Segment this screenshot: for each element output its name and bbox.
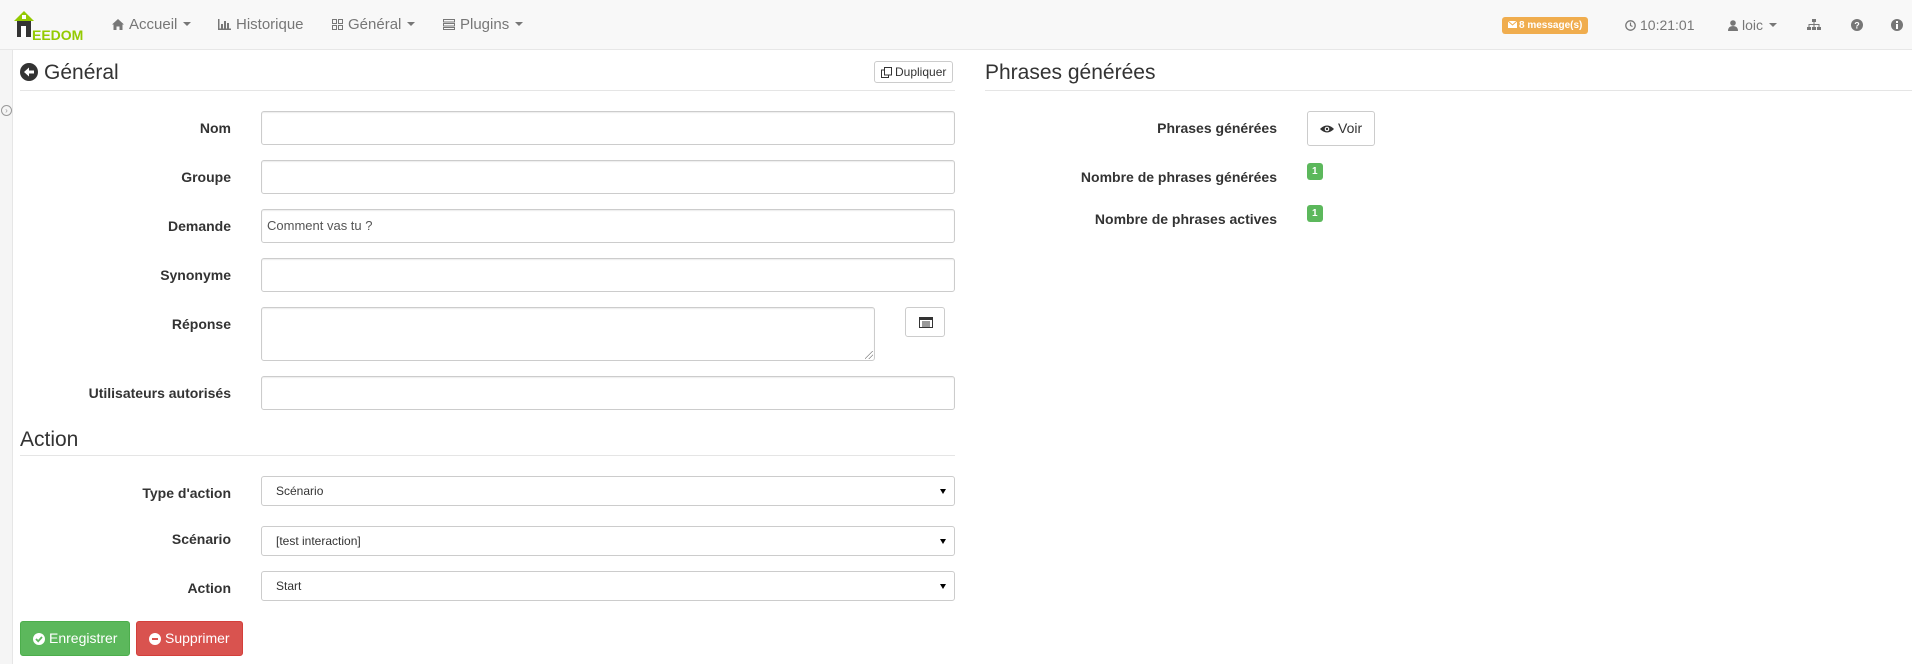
scenario-label: Scénario <box>171 531 231 547</box>
nav-general-label: Général <box>348 16 402 33</box>
nav-plugins-label: Plugins <box>460 16 510 33</box>
phrases-generated-label: Phrases générées <box>1157 120 1277 136</box>
sidebar-toggle-strip[interactable]: › <box>0 50 13 664</box>
scenario-value: [test interaction] <box>276 534 361 548</box>
view-label: Voir <box>1338 120 1363 136</box>
chevron-down-icon <box>1769 23 1778 27</box>
svg-text:?: ? <box>1854 21 1860 31</box>
type-action-value: Scénario <box>276 484 324 498</box>
envelope-icon <box>1507 20 1518 28</box>
synonyme-label: Synonyme <box>160 267 231 283</box>
general-heading: Général <box>20 61 955 91</box>
demande-label: Demande <box>167 218 231 234</box>
help-button[interactable]: ? <box>1851 0 1863 50</box>
eye-icon <box>1320 125 1334 133</box>
question-icon: ? <box>1851 19 1863 31</box>
select-command-button[interactable] <box>905 307 945 337</box>
clock-icon <box>1625 20 1636 31</box>
messages-count: 8 message(s) <box>1519 20 1583 31</box>
reponse-textarea[interactable] <box>261 307 875 361</box>
scenario-select[interactable]: [test interaction] <box>261 526 955 556</box>
save-label: Enregistrer <box>49 630 118 646</box>
general-title: Général <box>44 61 119 84</box>
delete-label: Supprimer <box>165 630 230 646</box>
count-generated-label: Nombre de phrases générées <box>1080 169 1277 185</box>
groupe-label: Groupe <box>181 169 231 185</box>
reponse-label: Réponse <box>171 316 231 332</box>
info-icon <box>1891 19 1903 31</box>
type-action-select[interactable]: Scénario <box>261 476 955 506</box>
count-generated-badge: 1 <box>1307 163 1323 180</box>
action-heading: Action <box>20 428 955 456</box>
bar-chart-icon <box>218 19 231 30</box>
clock: 10:21:01 <box>1625 0 1695 50</box>
dropdown-arrow-icon <box>940 539 946 544</box>
chevron-down-icon <box>515 22 524 26</box>
action-label: Action <box>187 580 231 596</box>
nav-historique[interactable]: Historique <box>218 0 304 50</box>
grid-icon <box>332 19 343 30</box>
resize-handle[interactable] <box>865 351 873 359</box>
list-alt-icon <box>919 317 933 328</box>
action-value: Start <box>276 579 302 593</box>
info-button[interactable] <box>1891 0 1903 50</box>
view-button[interactable]: Voir <box>1307 111 1376 146</box>
chevron-down-icon <box>183 22 192 26</box>
nom-label: Nom <box>199 120 231 136</box>
expand-circle-icon[interactable]: › <box>1 105 12 116</box>
nav-general[interactable]: Général <box>332 0 416 50</box>
chevron-down-icon <box>407 22 416 26</box>
user-menu[interactable]: loic <box>1728 0 1778 50</box>
user-icon <box>1728 20 1738 31</box>
brand-name: EEDOM <box>32 27 84 43</box>
nav-historique-label: Historique <box>236 16 304 33</box>
synonyme-input[interactable] <box>261 258 955 292</box>
save-button[interactable]: Enregistrer <box>20 621 131 656</box>
utilisateurs-label: Utilisateurs autorisés <box>88 385 231 401</box>
action-select[interactable]: Start <box>261 571 955 601</box>
navbar: EEDOM Accueil Historique Général Plugins… <box>0 0 1912 50</box>
phrases-heading: Phrases générées <box>985 61 1912 91</box>
nav-accueil-label: Accueil <box>129 16 178 33</box>
dropdown-arrow-icon <box>940 584 946 589</box>
groupe-input[interactable] <box>261 160 955 194</box>
clock-time: 10:21:01 <box>1640 17 1695 33</box>
nom-input[interactable] <box>261 111 955 145</box>
utilisateurs-input[interactable] <box>261 376 955 410</box>
user-name: loic <box>1742 17 1764 33</box>
phrases-title: Phrases générées <box>985 61 1156 84</box>
duplicate-button[interactable]: Dupliquer <box>874 61 954 83</box>
minus-circle-icon <box>149 633 161 645</box>
sitemap-button[interactable] <box>1807 0 1821 50</box>
copy-icon <box>881 67 892 78</box>
check-circle-icon <box>33 633 45 645</box>
action-title: Action <box>20 428 79 451</box>
delete-button[interactable]: Supprimer <box>136 621 243 656</box>
duplicate-label: Dupliquer <box>895 65 947 79</box>
nav-accueil[interactable]: Accueil <box>112 0 192 50</box>
dropdown-arrow-icon <box>940 489 946 494</box>
demande-input[interactable]: Comment vas tu ? <box>261 209 955 243</box>
sitemap-icon <box>1807 19 1821 30</box>
arrow-circle-left-icon[interactable] <box>20 63 38 81</box>
messages-badge[interactable]: 8 message(s) <box>1502 17 1589 34</box>
tasks-icon <box>443 19 455 30</box>
count-active-badge: 1 <box>1307 205 1323 222</box>
type-action-label: Type d'action <box>142 485 231 501</box>
count-active-label: Nombre de phrases actives <box>1094 211 1277 227</box>
home-icon <box>112 19 124 30</box>
nav-plugins[interactable]: Plugins <box>443 0 524 50</box>
jeedom-logo[interactable]: EEDOM <box>12 7 86 43</box>
